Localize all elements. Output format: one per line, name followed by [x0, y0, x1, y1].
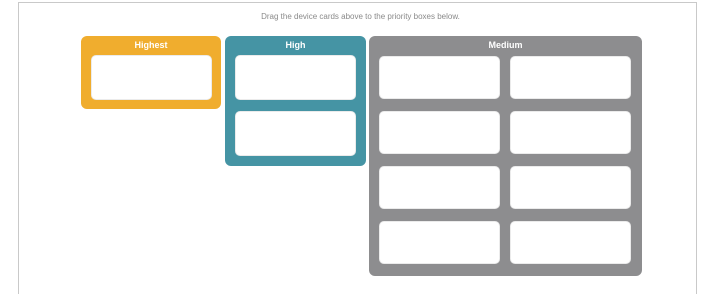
priority-box-medium[interactable]: Medium	[369, 36, 642, 276]
drop-slot-medium-8[interactable]	[510, 221, 631, 264]
drop-slot-medium-4[interactable]	[510, 111, 631, 154]
priority-box-medium-title: Medium	[488, 40, 523, 50]
drop-slot-medium-7[interactable]	[379, 221, 500, 264]
drop-slot-medium-2[interactable]	[510, 56, 631, 99]
priority-box-highest[interactable]: Highest	[81, 36, 221, 109]
drop-slot-medium-3[interactable]	[379, 111, 500, 154]
drop-slot-high-2[interactable]	[235, 111, 356, 156]
priority-box-high-title: High	[285, 40, 306, 50]
priority-box-high[interactable]: High	[225, 36, 366, 166]
drop-slot-medium-1[interactable]	[379, 56, 500, 99]
drop-slot-medium-6[interactable]	[510, 166, 631, 209]
priority-box-highest-title: Highest	[134, 40, 168, 50]
drop-slot-high-1[interactable]	[235, 55, 356, 100]
drop-slot-medium-5[interactable]	[379, 166, 500, 209]
instruction-text: Drag the device cards above to the prior…	[261, 12, 460, 21]
drop-slot-highest-1[interactable]	[91, 55, 212, 100]
